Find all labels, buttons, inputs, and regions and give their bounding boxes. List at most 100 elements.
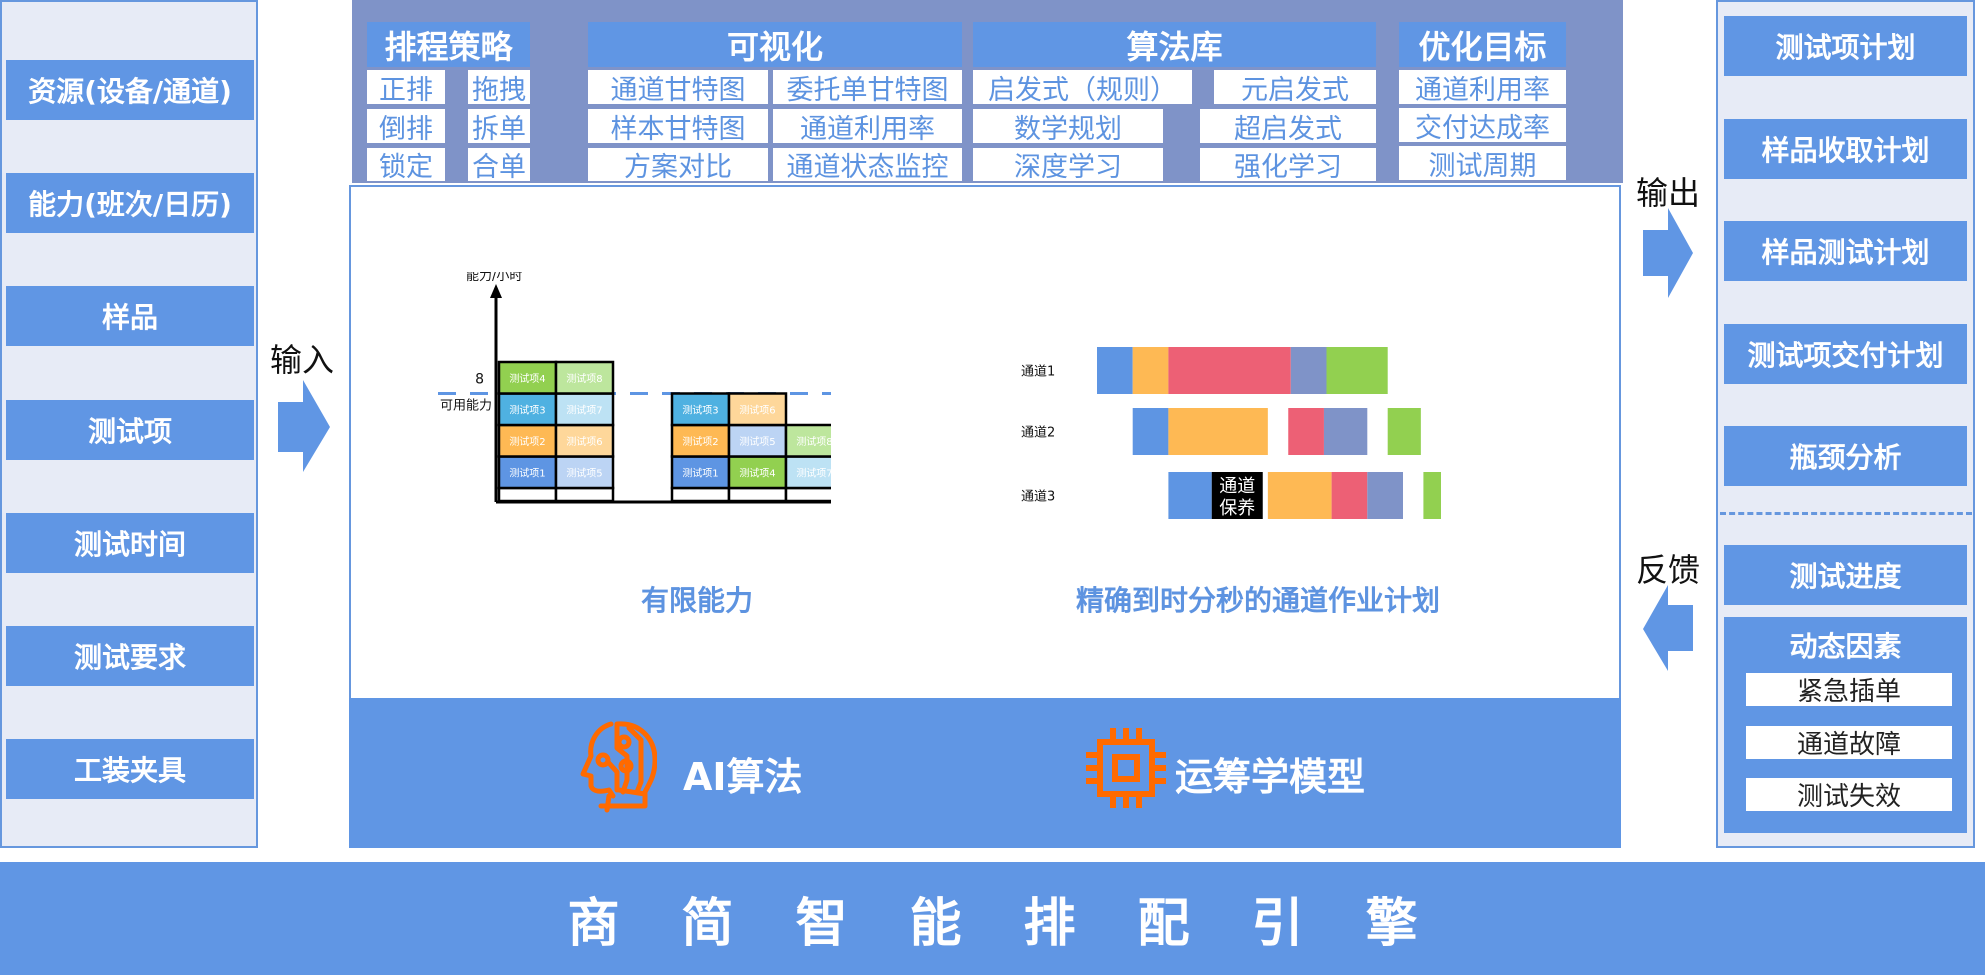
banner-char: 擎 <box>1365 894 1418 954</box>
capacity-block-label: 测试项5 <box>739 435 775 448</box>
gantt-segment <box>1288 408 1324 455</box>
operations-research-label: 运筹学模型 <box>1175 755 1366 799</box>
output-item-bottleneck-analysis[interactable]: 瓶颈分析 <box>1724 426 1967 486</box>
strategy-cell[interactable]: 倒排 <box>367 109 445 145</box>
base-cell <box>497 486 558 503</box>
feedback-arrow-icon <box>1643 585 1695 673</box>
visualization-cell[interactable]: 通道利用率 <box>773 109 962 145</box>
feedback-item-test-progress[interactable]: 测试进度 <box>1724 545 1967 605</box>
gantt-segment <box>1323 408 1368 455</box>
visualization-cell[interactable]: 方案对比 <box>588 148 768 183</box>
output-item-sample-test-plan[interactable]: 样品测试计划 <box>1724 221 1967 281</box>
capacity-chart: 能力/小时时间/天8可用能力测试项1测试项2测试项3测试项4测试项5测试项6测试… <box>438 272 831 504</box>
optimization-goal-cell[interactable]: 通道利用率 <box>1399 70 1566 106</box>
output-arrow-icon <box>1643 208 1695 300</box>
banner-char: 商 <box>567 894 620 954</box>
banner-char: 能 <box>909 894 962 954</box>
outputs-panel: 测试项计划 样品收取计划 样品测试计划 测试项交付计划 瓶颈分析 测试进度 动态… <box>1716 0 1975 848</box>
input-label: 输入 <box>270 341 335 379</box>
input-item-resources[interactable]: 资源(设备/通道) <box>6 60 254 120</box>
gantt-row-label: 通道3 <box>1021 490 1055 505</box>
input-item-test-time[interactable]: 测试时间 <box>6 513 254 573</box>
capacity-block-label: 测试项2 <box>509 435 545 448</box>
capacity-block-label: 测试项2 <box>682 435 718 448</box>
gantt-segment <box>1331 472 1368 519</box>
visualization-cell[interactable]: 通道状态监控 <box>773 148 962 183</box>
dynamic-factors-box: 动态因素 紧急插单 通道故障 测试失效 <box>1724 617 1967 833</box>
gantt-segment <box>1097 347 1133 394</box>
strategy-panel: 排程策略 正排 拖拽 倒排 拆单 锁定 合单 可视化 通道甘特图 委托单甘特图 … <box>352 0 1623 183</box>
capacity-caption: 有限能力 <box>641 584 754 617</box>
gantt-segment <box>1168 347 1291 394</box>
gantt-row-label: 通道1 <box>1021 365 1055 380</box>
dynamic-factor-channel-failure[interactable]: 通道故障 <box>1746 726 1952 760</box>
algorithm-cell[interactable]: 强化学习 <box>1200 148 1376 183</box>
output-item-delivery-plan[interactable]: 测试项交付计划 <box>1724 324 1967 384</box>
gantt-segment-label: 保养 <box>1219 498 1255 519</box>
input-item-samples[interactable]: 样品 <box>6 286 254 346</box>
algorithm-library-group-title: 算法库 <box>973 22 1376 67</box>
gantt-row-label: 通道2 <box>1021 426 1055 441</box>
algorithm-cell[interactable]: 超启发式 <box>1200 109 1376 145</box>
capacity-block-label: 测试项8 <box>566 372 602 385</box>
banner-char: 配 <box>1137 894 1190 954</box>
ai-head-icon <box>579 720 658 820</box>
input-item-fixtures[interactable]: 工装夹具 <box>6 739 254 799</box>
dynamic-factor-urgent-order[interactable]: 紧急插单 <box>1746 673 1952 707</box>
banner-char: 引 <box>1251 894 1304 954</box>
dynamic-factors-title: 动态因素 <box>1789 630 1902 663</box>
capacity-line-label: 可用能力 <box>440 399 492 414</box>
y-axis-label: 能力/小时 <box>466 272 522 284</box>
strategy-cell[interactable]: 拖拽 <box>468 70 530 106</box>
chip-icon <box>1086 728 1166 812</box>
gantt-segment <box>1267 472 1332 519</box>
strategy-cell[interactable]: 拆单 <box>468 109 530 145</box>
visualization-cell[interactable]: 通道甘特图 <box>588 70 768 106</box>
gantt-segment <box>1326 347 1388 394</box>
gantt-segment <box>1290 347 1327 394</box>
algorithm-cell[interactable]: 深度学习 <box>973 148 1163 183</box>
algorithm-cell[interactable]: 启发式（规则） <box>973 70 1192 106</box>
dynamic-factor-test-failure[interactable]: 测试失效 <box>1746 778 1952 812</box>
engine-band: AI算法 运筹学模型 <box>349 698 1621 848</box>
output-item-test-plan[interactable]: 测试项计划 <box>1724 16 1967 76</box>
gantt-segment-label: 通道 <box>1219 476 1255 497</box>
optimization-goal-cell[interactable]: 交付达成率 <box>1399 108 1566 144</box>
gantt-segment <box>1387 408 1421 455</box>
gantt-segment <box>1168 408 1268 455</box>
strategy-cell[interactable]: 锁定 <box>367 148 445 183</box>
engine-title-banner: 商 简 智 能 排 配 引 擎 <box>0 862 1985 975</box>
gantt-segment <box>1367 472 1403 519</box>
strategy-cell[interactable]: 合单 <box>468 148 530 183</box>
visualization-cell[interactable]: 委托单甘特图 <box>773 70 962 106</box>
capacity-block-label: 测试项7 <box>796 466 831 479</box>
input-item-capacity[interactable]: 能力(班次/日历) <box>6 173 254 233</box>
capacity-block-label: 测试项3 <box>509 403 545 416</box>
base-cell <box>554 486 615 503</box>
gantt-caption: 精确到时分秒的通道作业计划 <box>1076 584 1441 617</box>
banner-char: 简 <box>681 894 734 954</box>
strategy-cell[interactable]: 正排 <box>367 70 445 106</box>
gantt-segment <box>1132 408 1169 455</box>
algorithm-cell[interactable]: 数学规划 <box>973 109 1163 145</box>
output-item-sample-collection-plan[interactable]: 样品收取计划 <box>1724 119 1967 179</box>
input-arrow-icon <box>278 380 334 475</box>
capacity-block-label: 测试项4 <box>739 466 775 479</box>
capacity-block-label: 测试项8 <box>796 435 831 448</box>
optimization-goal-group-title: 优化目标 <box>1399 22 1566 67</box>
capacity-block-label: 测试项6 <box>739 403 775 416</box>
capacity-block-label: 测试项1 <box>509 466 545 479</box>
capacity-block-label: 测试项7 <box>566 403 602 416</box>
banner-char: 排 <box>1023 894 1076 954</box>
banner-char: 智 <box>795 894 848 954</box>
gantt-segment <box>1168 472 1212 519</box>
algorithm-cell[interactable]: 元启发式 <box>1214 70 1376 106</box>
ai-algorithm-label: AI算法 <box>683 755 803 799</box>
input-item-test-requirements[interactable]: 测试要求 <box>6 626 254 686</box>
gantt-segment <box>1132 347 1169 394</box>
scheduling-canvas: 能力/小时时间/天8可用能力测试项1测试项2测试项3测试项4测试项5测试项6测试… <box>349 185 1621 700</box>
input-item-test-items[interactable]: 测试项 <box>6 400 254 460</box>
optimization-goal-cell[interactable]: 测试周期 <box>1399 146 1566 182</box>
visualization-cell[interactable]: 样本甘特图 <box>588 109 768 145</box>
visualization-group-title: 可视化 <box>588 22 962 67</box>
